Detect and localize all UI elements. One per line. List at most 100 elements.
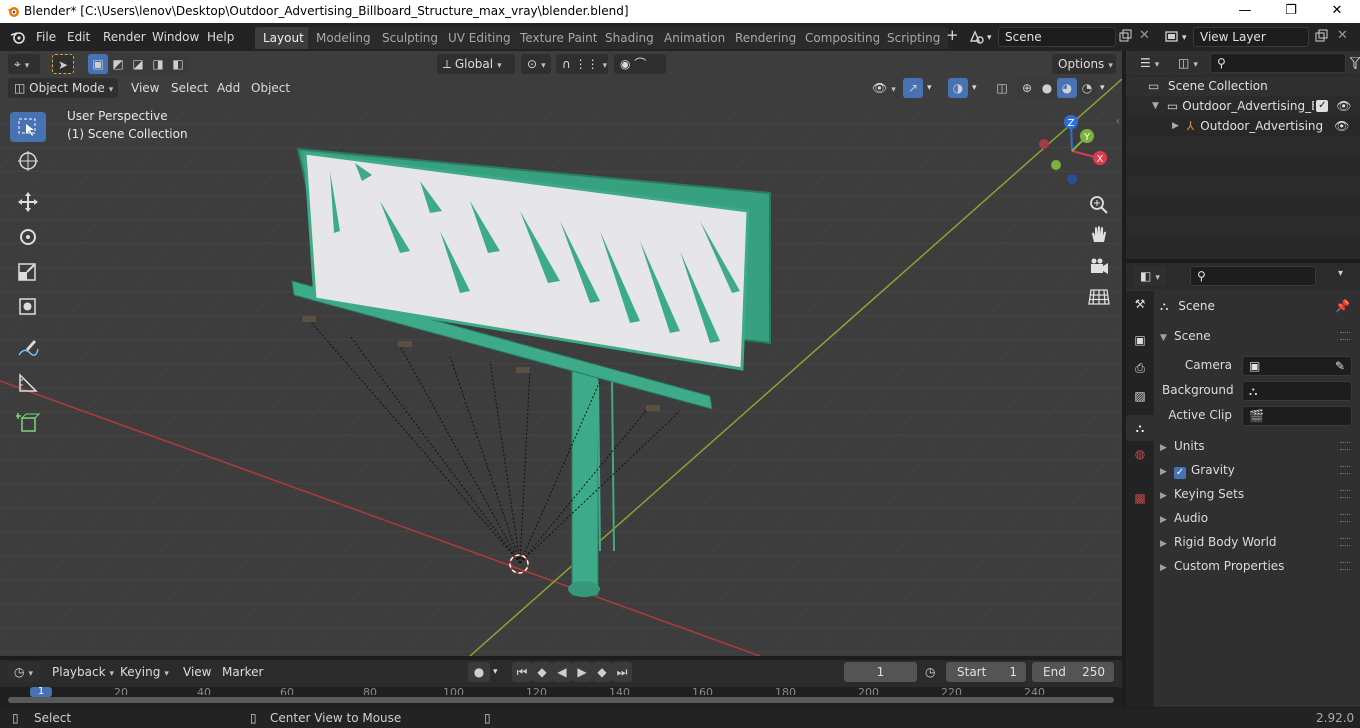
- camera-field[interactable]: ▣ ✎: [1242, 356, 1352, 376]
- filter-icon[interactable]: [1350, 57, 1360, 69]
- outliner-row-collection[interactable]: ▼ ▭ Outdoor_Advertising_Bill ✓ 👁: [1126, 96, 1360, 116]
- tab-shading[interactable]: Shading: [597, 27, 662, 49]
- timeline-ruler[interactable]: 1 20 40 60 80 100 120 140 160 180 200 22…: [0, 686, 1122, 708]
- menu-window[interactable]: Window: [152, 28, 199, 46]
- pivot-point-dropdown[interactable]: ⊙ ▾: [521, 54, 551, 74]
- drag-grip-icon[interactable]: [1340, 466, 1350, 474]
- select-new-button[interactable]: ▣: [88, 54, 108, 74]
- camera-view-button[interactable]: [1086, 254, 1112, 280]
- drag-grip-icon[interactable]: [1340, 538, 1350, 546]
- viewport-canvas[interactable]: Z X Y: [0, 51, 1122, 656]
- outliner-row-object[interactable]: ▶ ⅄ Outdoor_Advertising 👁: [1126, 116, 1360, 136]
- timeline-menu-marker[interactable]: Marker: [222, 662, 263, 682]
- gizmo-neg-y[interactable]: [1051, 160, 1061, 170]
- tab-compositing[interactable]: Compositing: [797, 27, 889, 49]
- gizmo-neg-x[interactable]: [1039, 139, 1049, 149]
- scene-name-field[interactable]: Scene: [998, 27, 1116, 47]
- background-scene-field[interactable]: ⛬: [1242, 381, 1352, 401]
- outliner-row-scene-collection[interactable]: ▭ Scene Collection: [1126, 76, 1360, 96]
- object-mode-dropdown[interactable]: ◫ Object Mode ▾: [8, 78, 118, 98]
- expand-arrow-icon[interactable]: ▼: [1152, 101, 1159, 111]
- properties-search-input[interactable]: ⚲: [1190, 266, 1316, 286]
- outliner-editor-type[interactable]: ☰ ▾: [1134, 53, 1166, 73]
- panel-gravity[interactable]: ▶ ✓ Gravity: [1160, 458, 1356, 482]
- active-clip-field[interactable]: 🎬: [1242, 406, 1352, 426]
- gizmo-neg-z[interactable]: [1067, 174, 1077, 184]
- tab-modeling[interactable]: Modeling: [308, 27, 379, 49]
- tab-texture-paint[interactable]: Texture Paint: [512, 27, 606, 49]
- solid-shading-button[interactable]: ●: [1037, 78, 1057, 98]
- close-window-button[interactable]: ✕: [1314, 0, 1360, 23]
- material-shading-button[interactable]: ◕: [1057, 78, 1077, 98]
- display-mode-dropdown[interactable]: ◫ ▾: [1172, 53, 1204, 73]
- tool-measure[interactable]: [10, 368, 46, 398]
- properties-options-icon[interactable]: ▾: [1338, 268, 1343, 279]
- menu-view[interactable]: View: [131, 78, 159, 98]
- current-frame-field[interactable]: 1: [844, 662, 917, 682]
- tool-annotate[interactable]: [10, 333, 46, 363]
- scene-dropdown-icon[interactable]: ▾: [987, 29, 992, 47]
- tool-rotate[interactable]: [10, 222, 46, 252]
- jump-end-button[interactable]: ⏭: [612, 662, 632, 682]
- zoom-button[interactable]: [1086, 192, 1112, 218]
- sidebar-toggle-icon[interactable]: ‹: [1116, 116, 1124, 130]
- eyedropper-icon[interactable]: ✎: [1335, 357, 1345, 375]
- gravity-checkbox[interactable]: ✓: [1174, 467, 1186, 479]
- 3d-viewport[interactable]: Z X Y ⌖ ▾ ➤ ▣ ◩ ◪ ◨ ◧ ⟂ Global ▾ ⊙ ▾ ∩ ⋮⋮ ▾ …: [0, 51, 1122, 656]
- panel-units[interactable]: ▶ Units: [1160, 434, 1356, 458]
- tool-select-box[interactable]: [10, 112, 46, 142]
- add-workspace-button[interactable]: +: [946, 26, 959, 44]
- options-dropdown[interactable]: Options ▾: [1052, 54, 1116, 74]
- menu-help[interactable]: Help: [207, 28, 234, 46]
- panel-audio[interactable]: ▶ Audio: [1160, 506, 1356, 530]
- auto-key-dropdown-icon[interactable]: ▾: [493, 662, 498, 682]
- tab-scripting[interactable]: Scripting: [879, 27, 949, 49]
- collapse-arrow-icon[interactable]: ▶: [1172, 121, 1179, 131]
- delete-scene-icon[interactable]: ✕: [1139, 27, 1150, 45]
- menu-object[interactable]: Object: [251, 78, 290, 98]
- keying-dropdown[interactable]: Keying ▾: [114, 662, 174, 682]
- exclude-checkbox[interactable]: ✓: [1316, 100, 1329, 112]
- start-frame-field[interactable]: Start 1: [946, 662, 1026, 682]
- proportional-editing-dropdown[interactable]: ◉ ⌒: [614, 54, 666, 74]
- drag-grip-icon[interactable]: [1340, 562, 1350, 570]
- panel-scene-header[interactable]: ▼ Scene: [1160, 324, 1356, 348]
- gizmo-toggle-button[interactable]: ↗: [903, 78, 923, 98]
- tab-sculpting[interactable]: Sculpting: [374, 27, 447, 49]
- view-layer-icon[interactable]: [1164, 29, 1180, 45]
- tab-scene[interactable]: ⛬: [1126, 415, 1154, 441]
- prev-keyframe-button[interactable]: ◆: [532, 662, 552, 682]
- wireframe-shading-button[interactable]: ⊕: [1017, 78, 1037, 98]
- tab-animation[interactable]: Animation: [656, 27, 734, 49]
- tool-scale[interactable]: [10, 257, 46, 287]
- panel-custom-properties[interactable]: ▶ Custom Properties: [1160, 554, 1356, 578]
- timeline-menu-view[interactable]: View: [183, 662, 211, 682]
- tool-cursor[interactable]: [10, 146, 46, 176]
- jump-start-button[interactable]: ⏮: [512, 662, 532, 682]
- delete-view-layer-icon[interactable]: ✕: [1337, 27, 1348, 45]
- overlay-toggle-button[interactable]: ◑: [948, 78, 968, 98]
- playhead-indicator[interactable]: 1: [30, 687, 52, 697]
- next-keyframe-button[interactable]: ◆: [592, 662, 612, 682]
- play-button[interactable]: ▶: [572, 662, 592, 682]
- transform-orientation-dropdown[interactable]: ⟂ Global ▾: [437, 54, 515, 74]
- visibility-dropdown[interactable]: 👁 ▾: [866, 78, 898, 98]
- shading-dropdown-icon[interactable]: ▾: [1100, 78, 1105, 98]
- timeline-scrollbar[interactable]: [8, 697, 1114, 703]
- tab-world[interactable]: ◍: [1130, 447, 1150, 467]
- pan-button[interactable]: [1086, 222, 1112, 248]
- object-visibility-eye-icon[interactable]: 👁: [1334, 119, 1349, 133]
- overlay-dropdown-icon[interactable]: ▾: [972, 78, 977, 98]
- pin-icon[interactable]: 📌: [1335, 295, 1350, 317]
- record-button[interactable]: ●: [468, 662, 490, 682]
- select-intersect-button[interactable]: ◧: [168, 54, 188, 74]
- tab-texture[interactable]: ▩: [1130, 491, 1150, 511]
- drag-grip-icon[interactable]: [1340, 442, 1350, 450]
- drag-grip-icon[interactable]: [1340, 514, 1350, 522]
- select-invert-button[interactable]: ◨: [148, 54, 168, 74]
- maximize-button[interactable]: ❐: [1268, 0, 1314, 23]
- ortho-toggle-button[interactable]: [1086, 284, 1112, 310]
- tab-tool[interactable]: ⚒: [1130, 297, 1150, 317]
- xray-toggle-button[interactable]: ◫: [992, 78, 1012, 98]
- tab-view-layer[interactable]: ▨: [1130, 389, 1150, 409]
